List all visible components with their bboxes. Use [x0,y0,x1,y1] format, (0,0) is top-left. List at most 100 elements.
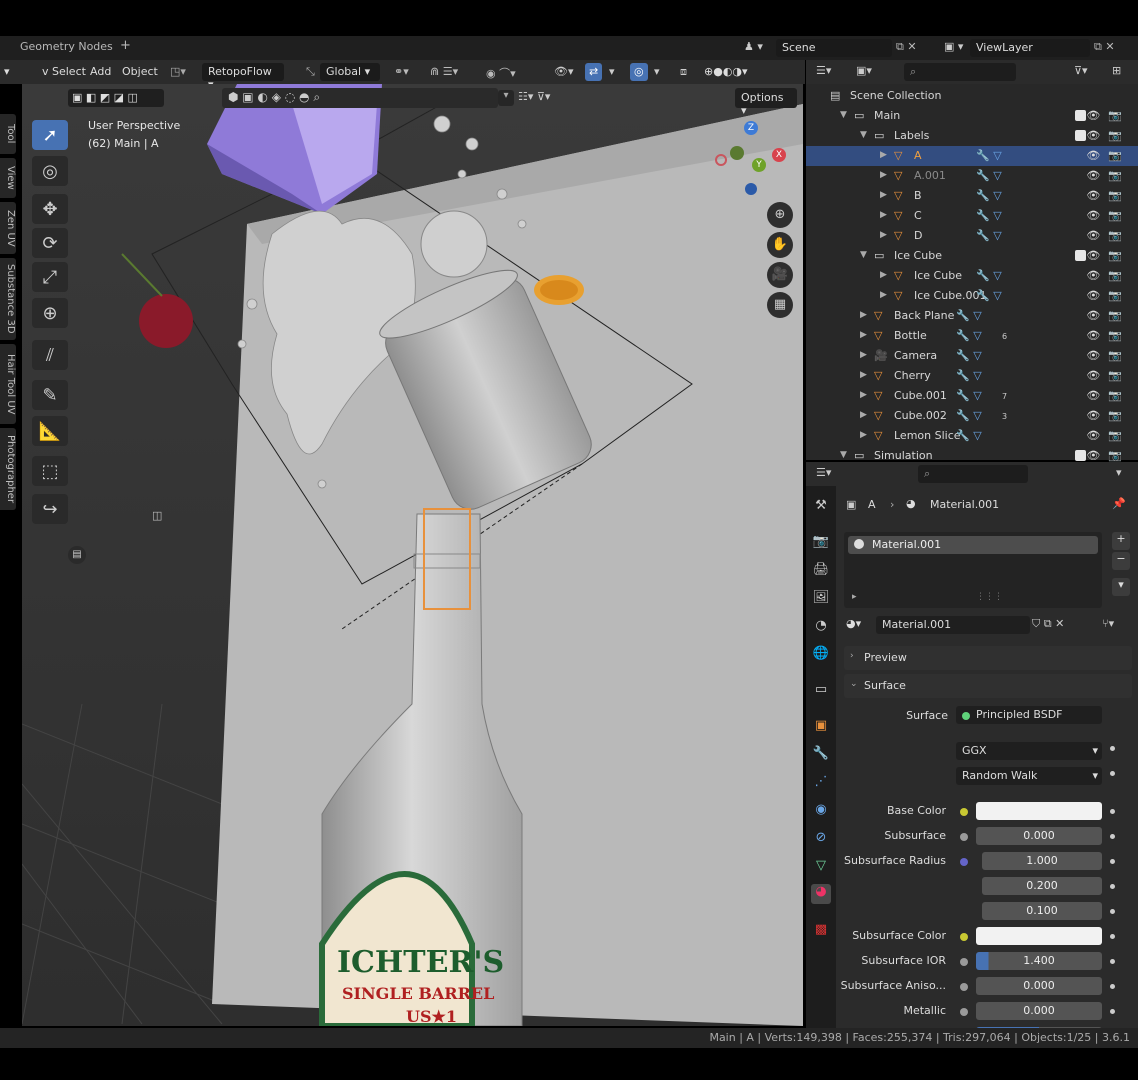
snap-icon[interactable]: ◳▾ [166,63,190,81]
keyframe-dot-icon[interactable] [1110,859,1115,864]
expand-right-icon[interactable]: ▶ [880,290,887,300]
surface-panel-header[interactable]: ⌄ Surface [844,674,1132,698]
outliner-row[interactable]: ▶ ▽ Back Plane 🔧 ▽ 👁📷 [806,306,1138,326]
annotate-line-tool[interactable]: ✎ [32,380,68,410]
editor-type-icon[interactable]: ☰▾ [816,64,831,77]
modifier-icon[interactable]: 🔧 ▽ [956,309,982,322]
modifier-icon[interactable]: 🔧 ▽ [976,289,1002,302]
distribution-dropdown[interactable]: GGX ▾ [956,742,1102,760]
outliner-row[interactable]: ▶ ▽ D 🔧 ▽ 👁📷 [806,226,1138,246]
keyframe-dot-icon[interactable] [1110,909,1115,914]
extra-tool[interactable]: ↪ [32,494,68,524]
new-collection-icon[interactable]: ⊞ [1112,64,1121,77]
filter-icon[interactable]: ⊽▾ [1074,64,1088,77]
properties-search-input[interactable]: ⌕ [918,465,1028,483]
visibility-render-toggle-icon[interactable]: 👁📷 [1086,209,1130,222]
output-tab-icon[interactable]: 🖨 [811,562,831,582]
outliner-row[interactable]: ▶ ▽ Ice Cube 🔧 ▽ 👁📷 [806,266,1138,286]
cursor-tool[interactable]: ◎ [32,156,68,186]
material-slot-list[interactable]: Material.001 ▸ ⋮⋮⋮ [844,532,1102,608]
retopoflow-dropdown[interactable]: RetopoFlow ▾ [202,63,284,91]
socket-icon[interactable] [960,983,968,991]
3d-viewport[interactable]: ICHTER'S SINGLE BARREL US★1 User Perspec… [22,84,803,1026]
new-view-layer-icon[interactable]: ⧉ ✕ [1094,40,1115,54]
navigation-gizmo[interactable]: Z X Y [712,118,792,202]
visibility-render-toggle-icon[interactable]: 👁📷 [1086,109,1130,122]
modifier-icon[interactable]: 🔧 ▽ [956,369,982,382]
view-layer-tab-icon[interactable]: 🖼 [811,590,831,610]
collection-tab-icon[interactable]: ▭ [811,682,831,702]
pin-icon[interactable]: 📌 [1112,497,1126,510]
visibility-icon[interactable]: 👁▾ [550,63,578,81]
tab-tool[interactable]: Tool [0,114,16,154]
menu-select[interactable]: Select [48,63,90,81]
preview-panel-header[interactable]: › Preview [844,646,1132,670]
property-value-field[interactable]: 0.100 [982,902,1102,920]
select-box-tool[interactable]: ➚ [32,120,68,150]
property-value-field[interactable]: 1.000 [982,852,1102,870]
move-tool[interactable]: ✥ [32,194,68,224]
editor-type-icon[interactable]: ☰▾ [816,466,831,479]
outliner-row[interactable]: ▶ ▽ B 🔧 ▽ 👁📷 [806,186,1138,206]
visibility-render-toggle-icon[interactable]: 👁📷 [1086,349,1130,362]
expand-right-icon[interactable]: ▶ [860,390,867,400]
transform-tool[interactable]: ⊕ [32,298,68,328]
menu-add[interactable]: Add [86,63,115,81]
expand-right-icon[interactable]: ▶ [860,370,867,380]
modifier-icon[interactable]: 🔧 ▽ [976,149,1002,162]
socket-icon[interactable] [960,958,968,966]
outliner-row[interactable]: ▶ ▽ A.001 🔧 ▽ 👁📷 [806,166,1138,186]
expand-right-icon[interactable]: ▶ [880,210,887,220]
tab-zen-uv[interactable]: Zen UV [0,202,16,254]
gizmo-dropdown-icon[interactable]: ▾ [605,63,619,81]
expand-right-icon[interactable]: ▶ [860,310,867,320]
view-layer-field[interactable]: ViewLayer [970,39,1090,57]
shading-modes-icon[interactable]: ⊕●◐◑▾ [700,63,752,81]
xray-icon[interactable]: ⧈ [676,63,691,81]
menu-object[interactable]: Object [118,63,162,81]
gizmo-toggle-icon[interactable]: ⇄ [585,63,603,81]
expand-right-icon[interactable]: ▶ [880,230,887,240]
modifier-icon[interactable]: 🔧 ▽ [956,389,982,402]
modifier-icon[interactable]: 🔧 ▽ [976,269,1002,282]
modifier-icon[interactable]: 🔧 ▽ [976,229,1002,242]
zoom-icon[interactable]: ⊕ [767,202,793,228]
data-tab-icon[interactable]: ▽ [811,858,831,878]
visibility-render-toggle-icon[interactable]: 👁📷 [1086,229,1130,242]
camera-view-icon[interactable]: 🎥 [767,262,793,288]
property-value-field[interactable]: 0.000 [976,827,1102,845]
chevron-down-icon[interactable]: ▾ [498,90,514,106]
outliner-search-input[interactable]: ⌕ [904,63,1016,81]
outliner-row[interactable]: ▶ ▽ Lemon Slice 🔧 ▽ 👁📷 [806,426,1138,446]
visibility-render-toggle-icon[interactable]: 👁📷 [1086,189,1130,202]
keyframe-dot-icon[interactable] [1110,1009,1115,1014]
modifier-icon[interactable]: 🔧 ▽ [956,329,982,342]
exclude-checkbox[interactable] [1075,110,1086,121]
proportional-edit-icon[interactable]: ◉ ⌒▾ [482,63,520,81]
pan-hand-icon[interactable]: ✋ [767,232,793,258]
expand-down-icon[interactable]: ▼ [840,110,847,120]
select-mode-buttons[interactable]: ▣ ◧ ◩ ◪ ◫ [68,89,164,107]
visibility-render-toggle-icon[interactable]: 👁📷 [1086,169,1130,182]
scale-tool[interactable]: ⤢ [32,262,68,292]
add-slot-button[interactable]: + [1112,532,1130,550]
filter-icon[interactable]: ☷▾ ⊽▾ [518,90,550,103]
retopoflow-toolbar[interactable]: ⬢ ▣ ◐ ◈ ◌ ◓ ⌕ [222,88,498,108]
modifier-icon[interactable]: 🔧 ▽ [976,169,1002,182]
world-tab-icon[interactable]: 🌐 [811,646,831,666]
visibility-render-toggle-icon[interactable]: 👁📷 [1086,369,1130,382]
visibility-render-toggle-icon[interactable]: 👁📷 [1086,429,1130,442]
modifier-icon[interactable]: 🔧 ▽ [976,209,1002,222]
property-value-field[interactable]: 1.400 [976,952,1102,970]
expand-arrow-icon[interactable]: ▸ [852,592,857,602]
tab-hair-tool-uv[interactable]: Hair Tool UV [0,344,16,424]
display-mode-icon[interactable]: ▣▾ [856,64,872,77]
link-icon[interactable]: ⑂▾ [1102,617,1114,630]
options-chevron-icon[interactable]: ▾ [1116,466,1122,479]
outliner-row[interactable]: ▶ ▽ Cube.001 🔧 ▽ 7 👁📷 [806,386,1138,406]
remove-slot-button[interactable]: − [1112,552,1130,570]
material-slot-row[interactable]: Material.001 [848,536,1098,554]
property-value-field[interactable]: 0.000 [976,977,1102,995]
tool-settings-tab-icon[interactable]: ⚒ [811,498,831,518]
modifier-icon[interactable]: 🔧 ▽ [956,349,982,362]
